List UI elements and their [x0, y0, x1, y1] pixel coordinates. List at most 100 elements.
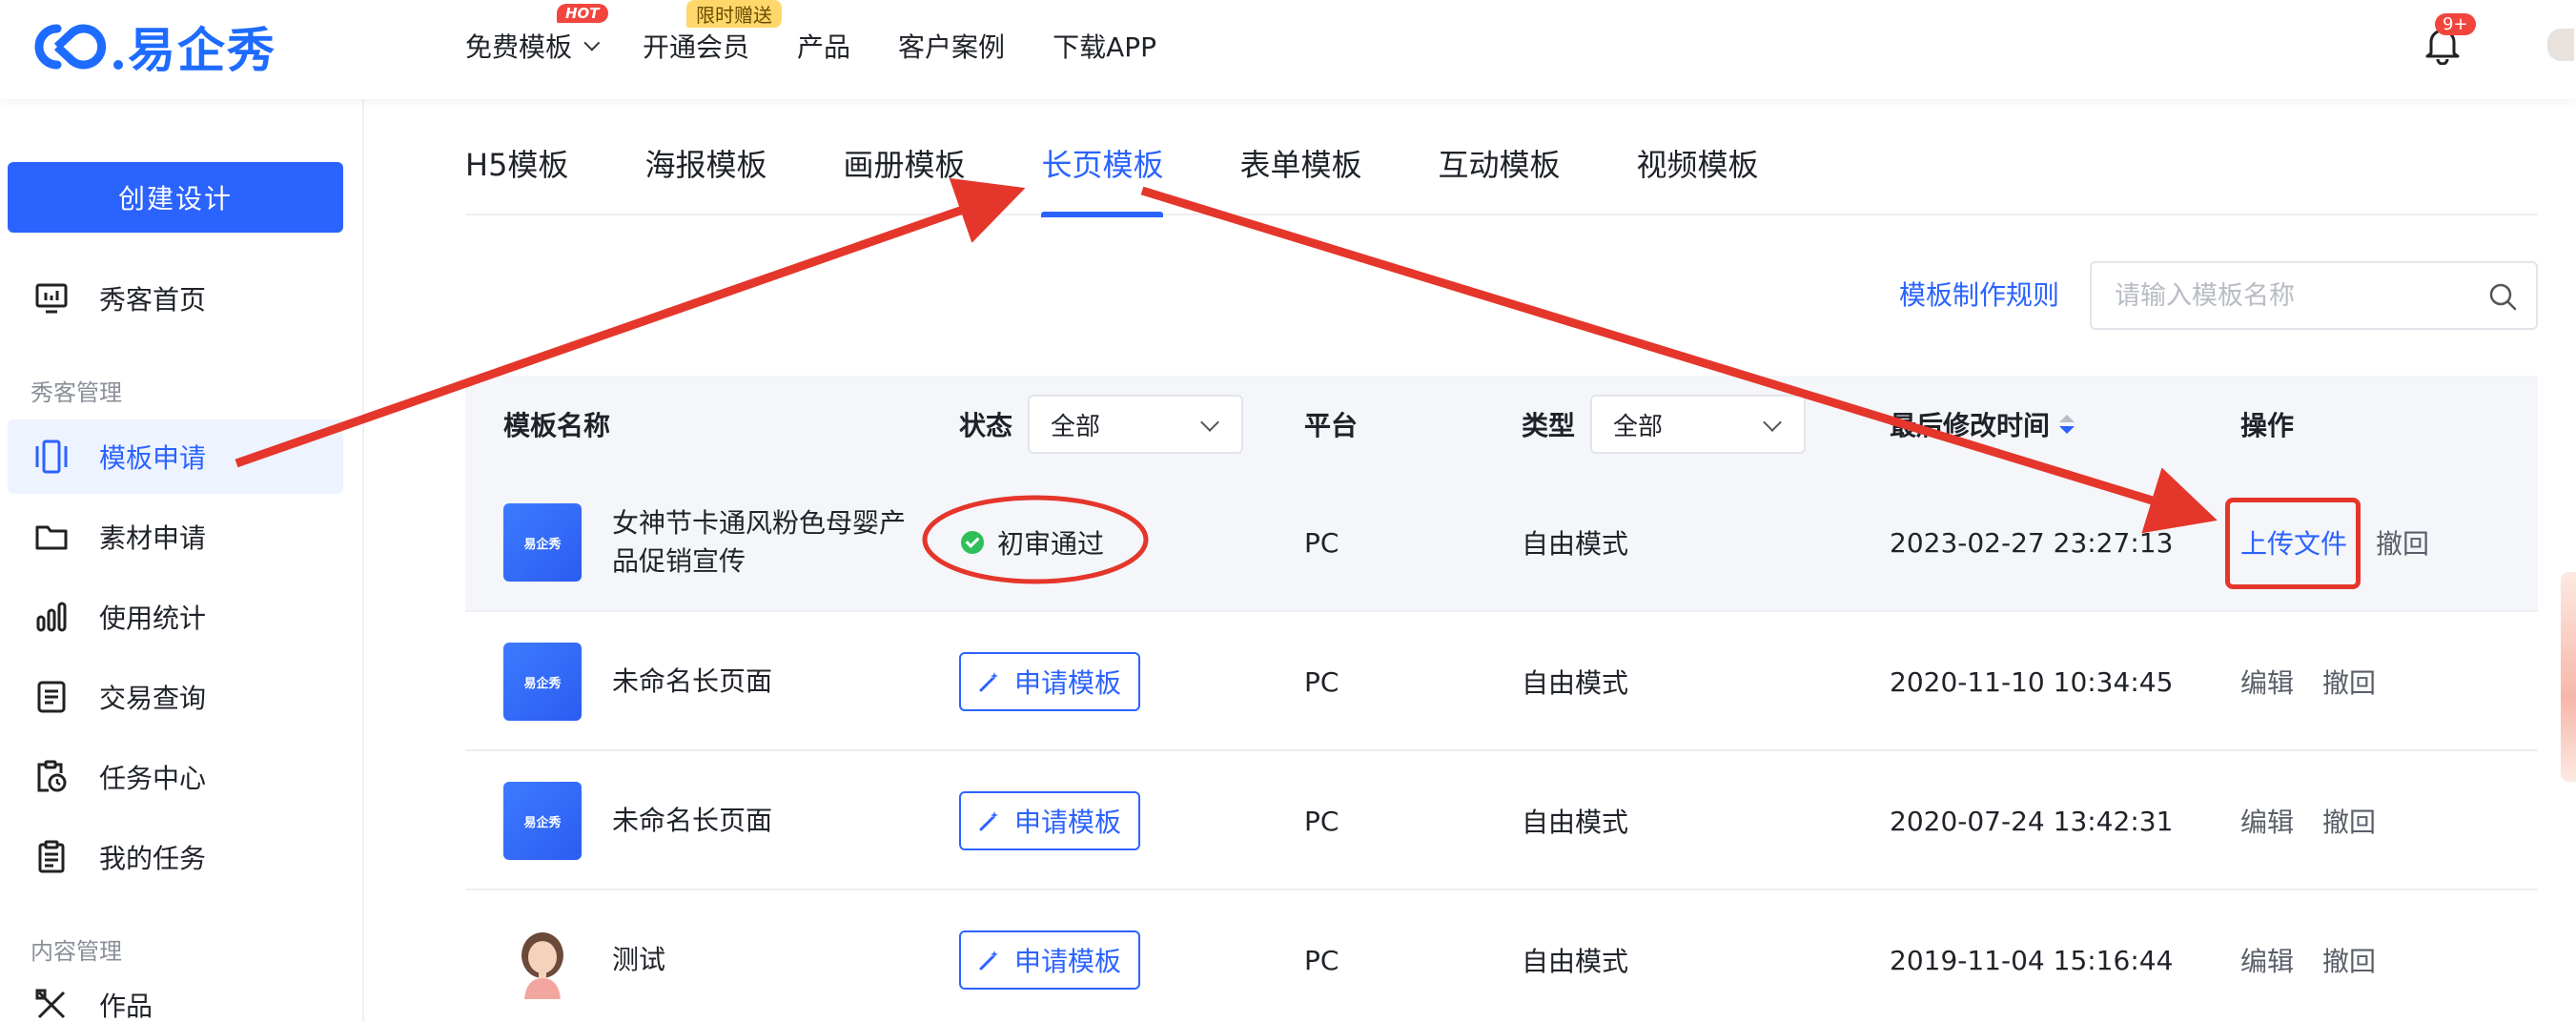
status-cell: 初审通过 [961, 473, 1104, 612]
template-thumbnail[interactable]: 易企秀 [503, 643, 582, 721]
nav-cases[interactable]: 客户案例 [898, 27, 1005, 65]
nav-free-templates[interactable]: 免费模板 HOT [465, 4, 608, 65]
actions-cell: 编辑 撤回 [2240, 612, 2404, 751]
upload-file-button[interactable]: 上传文件 [2240, 523, 2347, 562]
status-cell: 申请模板 [959, 890, 1141, 1022]
create-design-button[interactable]: 创建设计 [8, 162, 343, 233]
template-cell: 易企秀 未命名长页面 [503, 612, 927, 751]
logo-text: 易企秀 [128, 23, 276, 78]
logo-mark-icon [34, 24, 123, 70]
type-cell: 自由模式 [1522, 946, 1629, 977]
withdraw-button[interactable]: 撤回 [2322, 941, 2376, 979]
tab-h5[interactable]: H5模板 [465, 133, 568, 215]
template-rules-link[interactable]: 模板制作规则 [1899, 275, 2059, 313]
apply-template-label: 申请模板 [1014, 807, 1122, 838]
thumbnail-logo-text: 易企秀 [523, 815, 562, 830]
sort-icon[interactable] [2059, 415, 2075, 434]
monitor-icon [32, 279, 71, 317]
type-cell: 自由模式 [1522, 807, 1629, 838]
template-name: 未命名长页面 [612, 665, 773, 697]
sidebar-item-usage-stats[interactable]: 使用统计 [8, 580, 343, 654]
folder-icon [32, 518, 71, 556]
type-cell: 自由模式 [1522, 667, 1629, 699]
tab-poster[interactable]: 海报模板 [644, 133, 767, 215]
modified-cell: 2023-02-27 23:27:13 [1890, 526, 2174, 559]
apply-template-label: 申请模板 [1014, 667, 1122, 699]
edit-button[interactable]: 编辑 [2240, 941, 2294, 979]
chevron-down-icon [1200, 413, 1219, 432]
table-row: 易企秀 未命名长页面 申请模板 PC 自由模式 2020-11-10 10:34… [465, 612, 2538, 751]
template-thumbnail[interactable]: 易企秀 [503, 503, 582, 582]
nav-membership[interactable]: 开通会员 限时赠送 [643, 0, 783, 65]
withdraw-button[interactable]: 撤回 [2376, 523, 2429, 562]
template-name: 未命名长页面 [612, 805, 773, 836]
template-name: 女神节卡通风粉色母婴产品促销宣传 [612, 507, 907, 577]
tab-long-page[interactable]: 长页模板 [1041, 133, 1164, 217]
person-illustration-icon [521, 932, 563, 999]
sidebar-item-works[interactable]: 作品 [8, 976, 343, 1022]
hot-badge: HOT [557, 4, 608, 23]
sidebar-item-label: 秀客首页 [99, 284, 207, 316]
sidebar-item-template-apply[interactable]: 模板申请 [8, 419, 343, 494]
apply-template-button[interactable]: 申请模板 [959, 930, 1141, 990]
apply-template-label: 申请模板 [1014, 946, 1122, 977]
thumbnail-logo-text: 易企秀 [523, 676, 562, 691]
nav-label: 产品 [797, 31, 851, 63]
search-icon[interactable] [2486, 280, 2519, 313]
sidebar-item-my-tasks[interactable]: 我的任务 [8, 820, 343, 894]
withdraw-button[interactable]: 撤回 [2322, 663, 2376, 701]
sidebar-item-transactions[interactable]: 交易查询 [8, 660, 343, 734]
header-type-label: 类型 [1522, 410, 1576, 441]
nav-download-app[interactable]: 下载APP [1053, 27, 1156, 65]
sidebar-item-label: 模板申请 [99, 442, 207, 474]
table-header: 模板名称 状态 全部 平台 类型 全部 最后修改时间 操作 [465, 376, 2538, 473]
tab-album[interactable]: 画册模板 [843, 133, 965, 215]
clipboard-icon [32, 838, 71, 876]
type-filter-select[interactable]: 全部 [1590, 395, 1807, 454]
edit-button[interactable]: 编辑 [2240, 663, 2294, 701]
template-thumbnail[interactable] [503, 921, 582, 999]
top-header: 易企秀 免费模板 HOT 开通会员 限时赠送 产品 客户案例 下载APP 9+ [0, 0, 2576, 99]
header-modified-label: 最后修改时间 [1890, 410, 2051, 441]
actions-cell: 上传文件 撤回 [2240, 473, 2458, 612]
bar-chart-icon [32, 598, 71, 636]
sidebar-item-material-apply[interactable]: 素材申请 [8, 500, 343, 574]
nav-products[interactable]: 产品 [797, 27, 850, 65]
check-circle-icon [961, 531, 984, 554]
logo[interactable]: 易企秀 [29, 17, 276, 78]
template-name: 测试 [612, 944, 666, 975]
magic-wand-icon [979, 950, 998, 971]
sidebar-item-label: 素材申请 [99, 522, 207, 554]
template-icon [32, 438, 71, 476]
header-name: 模板名称 [503, 410, 611, 441]
header-modified[interactable]: 最后修改时间 [1890, 376, 2075, 473]
sidebar-item-task-center[interactable]: 任务中心 [8, 740, 343, 814]
actions-cell: 编辑 撤回 [2240, 751, 2404, 890]
template-cell: 测试 [503, 890, 927, 1022]
modified-cell: 2019-11-04 15:16:44 [1890, 944, 2174, 976]
tab-interactive[interactable]: 互动模板 [1439, 133, 1561, 215]
apply-template-button[interactable]: 申请模板 [959, 652, 1141, 711]
search-input[interactable] [2115, 280, 2477, 311]
receipt-icon [32, 678, 71, 716]
sidebar-item-home[interactable]: 秀客首页 [8, 261, 343, 336]
modified-cell: 2020-11-10 10:34:45 [1890, 665, 2174, 698]
apply-template-button[interactable]: 申请模板 [959, 791, 1141, 850]
edit-button[interactable]: 编辑 [2240, 802, 2294, 840]
tab-video[interactable]: 视频模板 [1637, 133, 1759, 215]
user-avatar[interactable] [2547, 29, 2574, 61]
sidebar-section-content: 内容管理 [31, 938, 122, 965]
magic-wand-icon [979, 811, 998, 831]
status-filter-select[interactable]: 全部 [1028, 395, 1244, 454]
notification-badge: 9+ [2435, 13, 2476, 35]
template-cell: 易企秀 未命名长页面 [503, 751, 927, 890]
table-row: 测试 申请模板 PC 自由模式 2019-11-04 15:16:44 编辑 撤… [465, 890, 2538, 1022]
status-text: 初审通过 [997, 528, 1105, 560]
withdraw-button[interactable]: 撤回 [2322, 802, 2376, 840]
magic-wand-icon [979, 672, 998, 692]
type-cell: 自由模式 [1522, 528, 1629, 560]
status-approved: 初审通过 [961, 523, 1104, 562]
gift-badge: 限时赠送 [686, 0, 783, 28]
template-thumbnail[interactable]: 易企秀 [503, 782, 582, 860]
tab-form[interactable]: 表单模板 [1239, 133, 1361, 215]
